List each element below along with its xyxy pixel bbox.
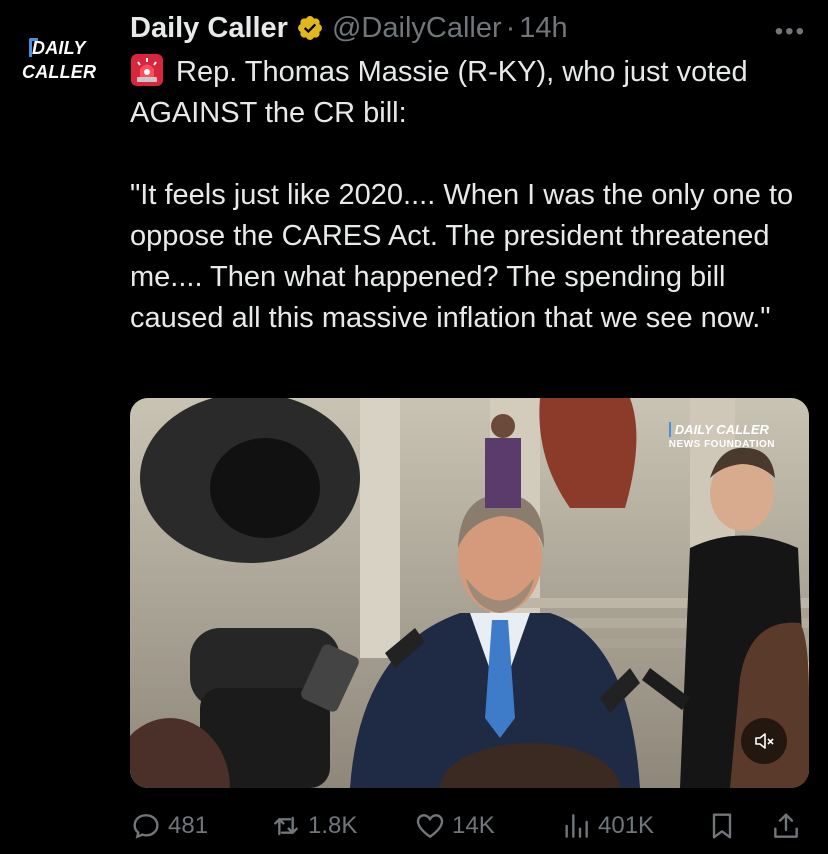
tweet-text: Rep. Thomas Massie (R-KY), who just vote… — [130, 52, 810, 339]
reply-icon — [133, 814, 159, 839]
tweet-line1-text: Rep. Thomas Massie (R-KY), who just vote… — [130, 56, 748, 129]
tweet[interactable]: DAILY CALLER Daily Caller @DailyCaller ·… — [0, 0, 828, 854]
video-watermark: DAILY CALLER NEWS FOUNDATION — [668, 422, 775, 450]
reply-button[interactable]: 481 — [130, 810, 208, 842]
reply-count: 481 — [168, 812, 209, 839]
police-siren-icon — [130, 53, 164, 87]
like-count: 14K — [452, 812, 495, 839]
logo-bracket-bottom — [103, 72, 108, 91]
heart-icon — [416, 814, 444, 839]
retweet-count: 1.8K — [308, 812, 358, 839]
author-name[interactable]: Daily Caller — [130, 12, 288, 45]
header-separator: · — [505, 11, 516, 44]
share-button[interactable] — [770, 810, 802, 842]
views-icon — [565, 814, 588, 838]
views-count: 401K — [598, 812, 655, 839]
avatar-logo-line1: DAILY — [32, 38, 86, 58]
watermark-line1: DAILY CALLER — [668, 422, 775, 437]
tweet-quote: "It feels just like 2020.... When I was … — [130, 179, 794, 334]
bookmark-icon — [712, 813, 732, 839]
views-button[interactable]: 401K — [560, 810, 654, 842]
like-button[interactable]: 14K — [414, 810, 495, 842]
verified-badge-icon[interactable] — [296, 14, 324, 42]
mute-toggle-button[interactable] — [741, 718, 787, 764]
video-frame — [130, 398, 809, 788]
author-handle[interactable]: @DailyCaller — [332, 12, 502, 45]
share-icon — [774, 813, 798, 838]
tweet-header: Daily Caller @DailyCaller · 14h — [130, 8, 808, 48]
retweet-button[interactable]: 1.8K — [270, 810, 357, 842]
bookmark-button[interactable] — [706, 810, 738, 842]
tweet-actions: 481 1.8K 14K 401K — [130, 806, 810, 846]
retweet-icon — [274, 816, 298, 836]
tweet-timestamp[interactable]: 14h — [519, 12, 567, 45]
avatar[interactable]: DAILY CALLER — [20, 22, 108, 110]
avatar-logo-line2: CALLER — [22, 62, 97, 82]
video-player[interactable]: DAILY CALLER NEWS FOUNDATION — [130, 398, 809, 788]
tweet-line1: Rep. Thomas Massie (R-KY), who just vote… — [130, 52, 810, 134]
more-options-icon[interactable]: ••• — [775, 18, 806, 46]
watermark-line2: NEWS FOUNDATION — [668, 439, 775, 450]
muted-speaker-icon — [755, 733, 774, 749]
